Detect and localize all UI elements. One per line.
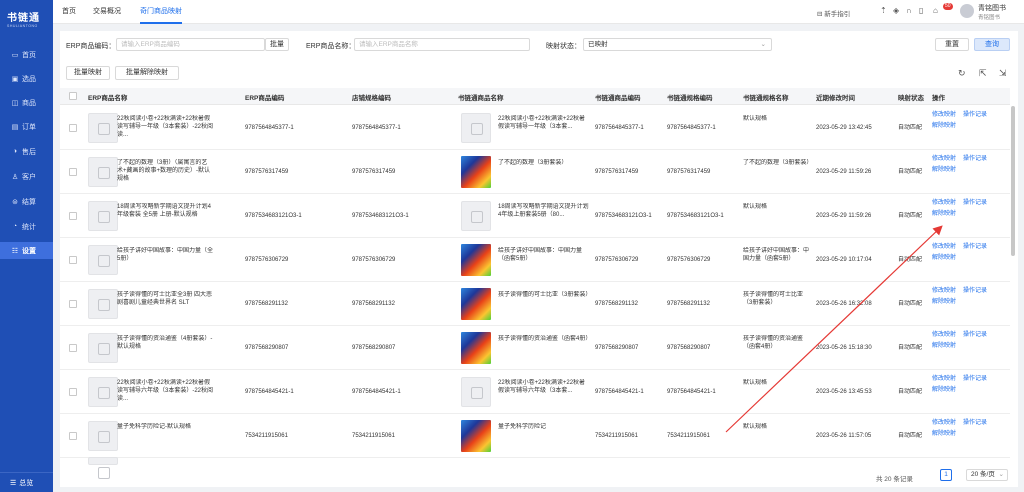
annotation-arrow [725, 225, 943, 433]
